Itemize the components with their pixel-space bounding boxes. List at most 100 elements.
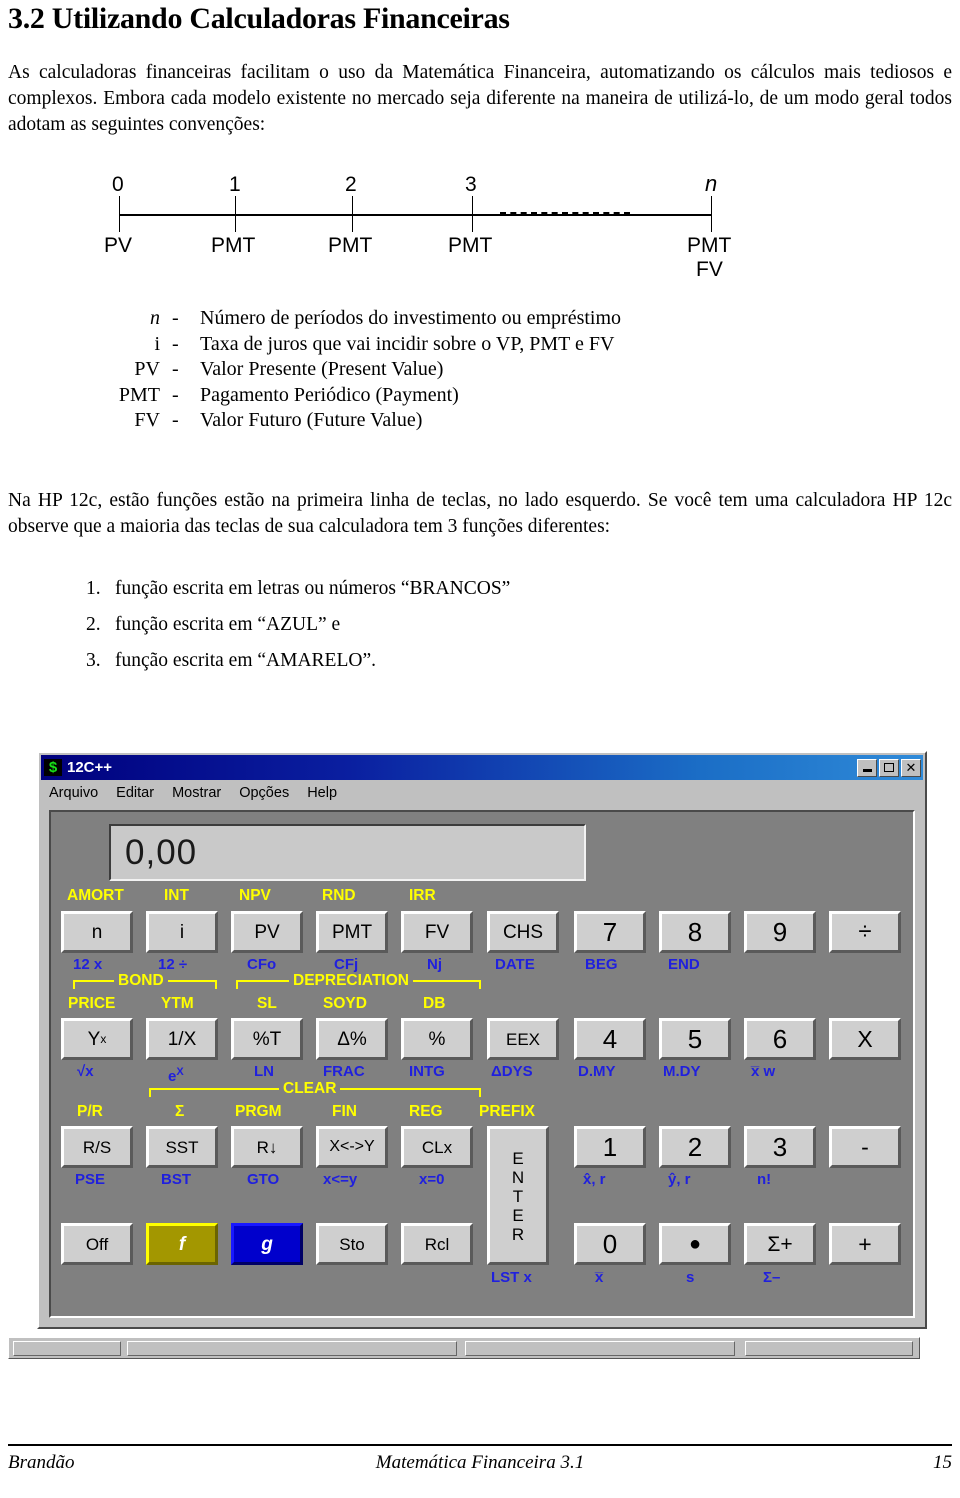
key-9[interactable]: 9	[744, 911, 816, 953]
blue-label-m-dy: M.DY	[663, 1063, 701, 1080]
document-page: 3.2 Utilizando Calculadoras Financeiras …	[0, 0, 960, 1498]
taskbar-segment[interactable]	[127, 1341, 457, 1356]
key-8[interactable]: 8	[659, 911, 731, 953]
key-delta-percent[interactable]: Δ%	[316, 1018, 388, 1060]
blue-label-12div: 12 ÷	[158, 956, 188, 973]
timeline-label-pmt-2: PMT	[328, 234, 373, 257]
key-y-to-x[interactable]: Yx	[61, 1018, 133, 1060]
maximize-button[interactable]	[879, 758, 899, 777]
key-3[interactable]: 3	[744, 1126, 816, 1168]
key-roll-down[interactable]: R↓	[231, 1126, 303, 1168]
key-divide[interactable]: ÷	[829, 911, 901, 953]
menu-item-editar[interactable]: Editar	[116, 785, 154, 801]
key-rcl[interactable]: Rcl	[401, 1223, 473, 1265]
list-item: 2. função escrita em “AZUL” e	[0, 614, 960, 650]
key-f[interactable]: f	[146, 1223, 218, 1265]
taskbar-segment[interactable]	[745, 1341, 913, 1356]
key-4[interactable]: 4	[574, 1018, 646, 1060]
blue-label-ln: LN	[254, 1063, 274, 1080]
yellow-label-int: INT	[164, 887, 189, 904]
timeline-number-3: 3	[465, 173, 477, 196]
key-clx[interactable]: CLx	[401, 1126, 473, 1168]
definition-row: FV - Valor Futuro (Future Value)	[0, 408, 960, 434]
key-sto[interactable]: Sto	[316, 1223, 388, 1265]
cash-flow-timeline: 0 1 2 3 n PV PMT PMT PMT PMT FV	[0, 168, 960, 288]
list-item-text: função escrita em letras ou números “BRA…	[115, 578, 511, 599]
key-enter[interactable]: E N T E R	[487, 1126, 549, 1265]
definition-desc: Valor Presente (Present Value)	[200, 358, 444, 380]
yellow-label-npv: NPV	[239, 887, 271, 904]
blue-label-d-my: D.MY	[578, 1063, 616, 1080]
key-eex[interactable]: EEX	[487, 1018, 559, 1060]
footer-title: Matemática Financeira 3.1	[375, 1452, 585, 1473]
menu-item-arquivo[interactable]: Arquivo	[49, 785, 98, 801]
key-percent[interactable]: %	[401, 1018, 473, 1060]
key-x-exchange-y[interactable]: X<->Y	[316, 1126, 388, 1168]
definition-desc: Pagamento Periódico (Payment)	[200, 383, 459, 406]
yellow-label-amort: AMORT	[67, 887, 124, 904]
key-7[interactable]: 7	[574, 911, 646, 953]
taskbar-segment[interactable]	[465, 1341, 735, 1356]
timeline-tick-0	[119, 196, 120, 232]
close-button[interactable]: ✕	[901, 758, 921, 777]
bracket-label-clear: CLEAR	[279, 1081, 341, 1096]
yellow-label-prefix: PREFIX	[479, 1103, 535, 1120]
yellow-label-ytm: YTM	[161, 995, 194, 1012]
key-multiply[interactable]: X	[829, 1018, 901, 1060]
yellow-label-p-r: P/R	[77, 1103, 103, 1120]
key-0[interactable]: 0	[574, 1223, 646, 1265]
key-plus[interactable]: +	[829, 1223, 901, 1265]
yellow-label-sigma: Σ	[175, 1103, 185, 1120]
definition-dash: -	[172, 409, 179, 431]
key-n[interactable]: n	[61, 911, 133, 953]
key-chs[interactable]: CHS	[487, 911, 559, 953]
key-g[interactable]: g	[231, 1223, 303, 1265]
blue-label-cfo: CFo	[247, 956, 277, 973]
menu-item-help[interactable]: Help	[307, 785, 337, 801]
key-6[interactable]: 6	[744, 1018, 816, 1060]
footer-author: Brandão	[8, 1452, 75, 1473]
key-r-s[interactable]: R/S	[61, 1126, 133, 1168]
window-titlebar[interactable]: $ 12C++ ✕	[41, 755, 923, 780]
key-percent-t[interactable]: %T	[231, 1018, 303, 1060]
key-sigma-plus[interactable]: Σ+	[744, 1223, 816, 1265]
yellow-label-price: PRICE	[68, 995, 116, 1012]
yellow-label-irr: IRR	[409, 887, 436, 904]
blue-label-gto: GTO	[247, 1171, 280, 1188]
key-i[interactable]: i	[146, 911, 218, 953]
bracket-label-depreciation: DEPRECIATION	[289, 973, 413, 988]
taskbar-strip[interactable]	[8, 1337, 920, 1359]
blue-label-n-factorial: n!	[757, 1171, 772, 1188]
yellow-label-prgm: PRGM	[235, 1103, 282, 1120]
key-pv[interactable]: PV	[231, 911, 303, 953]
timeline-label-pv: PV	[104, 234, 133, 257]
timeline-number-n: n	[705, 171, 718, 196]
key-1-over-x[interactable]: 1/X	[146, 1018, 218, 1060]
menu-item-opcoes[interactable]: Opções	[239, 785, 289, 801]
paragraph-hp12c: Na HP 12c, estão funções estão na primei…	[8, 490, 952, 537]
blue-label-s: s	[686, 1269, 695, 1286]
key-fv[interactable]: FV	[401, 911, 473, 953]
key-sst[interactable]: SST	[146, 1126, 218, 1168]
blue-label-frac: FRAC	[323, 1063, 365, 1080]
key-1[interactable]: 1	[574, 1126, 646, 1168]
definition-desc: Número de períodos do investimento ou em…	[200, 307, 622, 329]
blue-label-x-eq-0: x=0	[419, 1171, 445, 1188]
key-decimal-point[interactable]: ●	[659, 1223, 731, 1265]
yellow-label-fin: FIN	[332, 1103, 357, 1120]
minimize-button[interactable]	[857, 758, 877, 777]
timeline-label-pmt-n: PMT	[687, 234, 732, 257]
definition-desc: Taxa de juros que vai incidir sobre o VP…	[200, 332, 615, 355]
key-off[interactable]: Off	[61, 1223, 133, 1265]
key-2[interactable]: 2	[659, 1126, 731, 1168]
timeline-dashed-segment	[500, 212, 630, 214]
taskbar-segment[interactable]	[13, 1341, 121, 1356]
key-5[interactable]: 5	[659, 1018, 731, 1060]
enter-letter-t: T	[512, 1187, 524, 1206]
definition-term: FV	[134, 409, 160, 431]
key-minus[interactable]: -	[829, 1126, 901, 1168]
menu-item-mostrar[interactable]: Mostrar	[172, 785, 221, 801]
key-pmt[interactable]: PMT	[316, 911, 388, 953]
function-color-list: 1. função escrita em letras ou números “…	[0, 578, 960, 686]
timeline-label-fv: FV	[696, 258, 723, 281]
